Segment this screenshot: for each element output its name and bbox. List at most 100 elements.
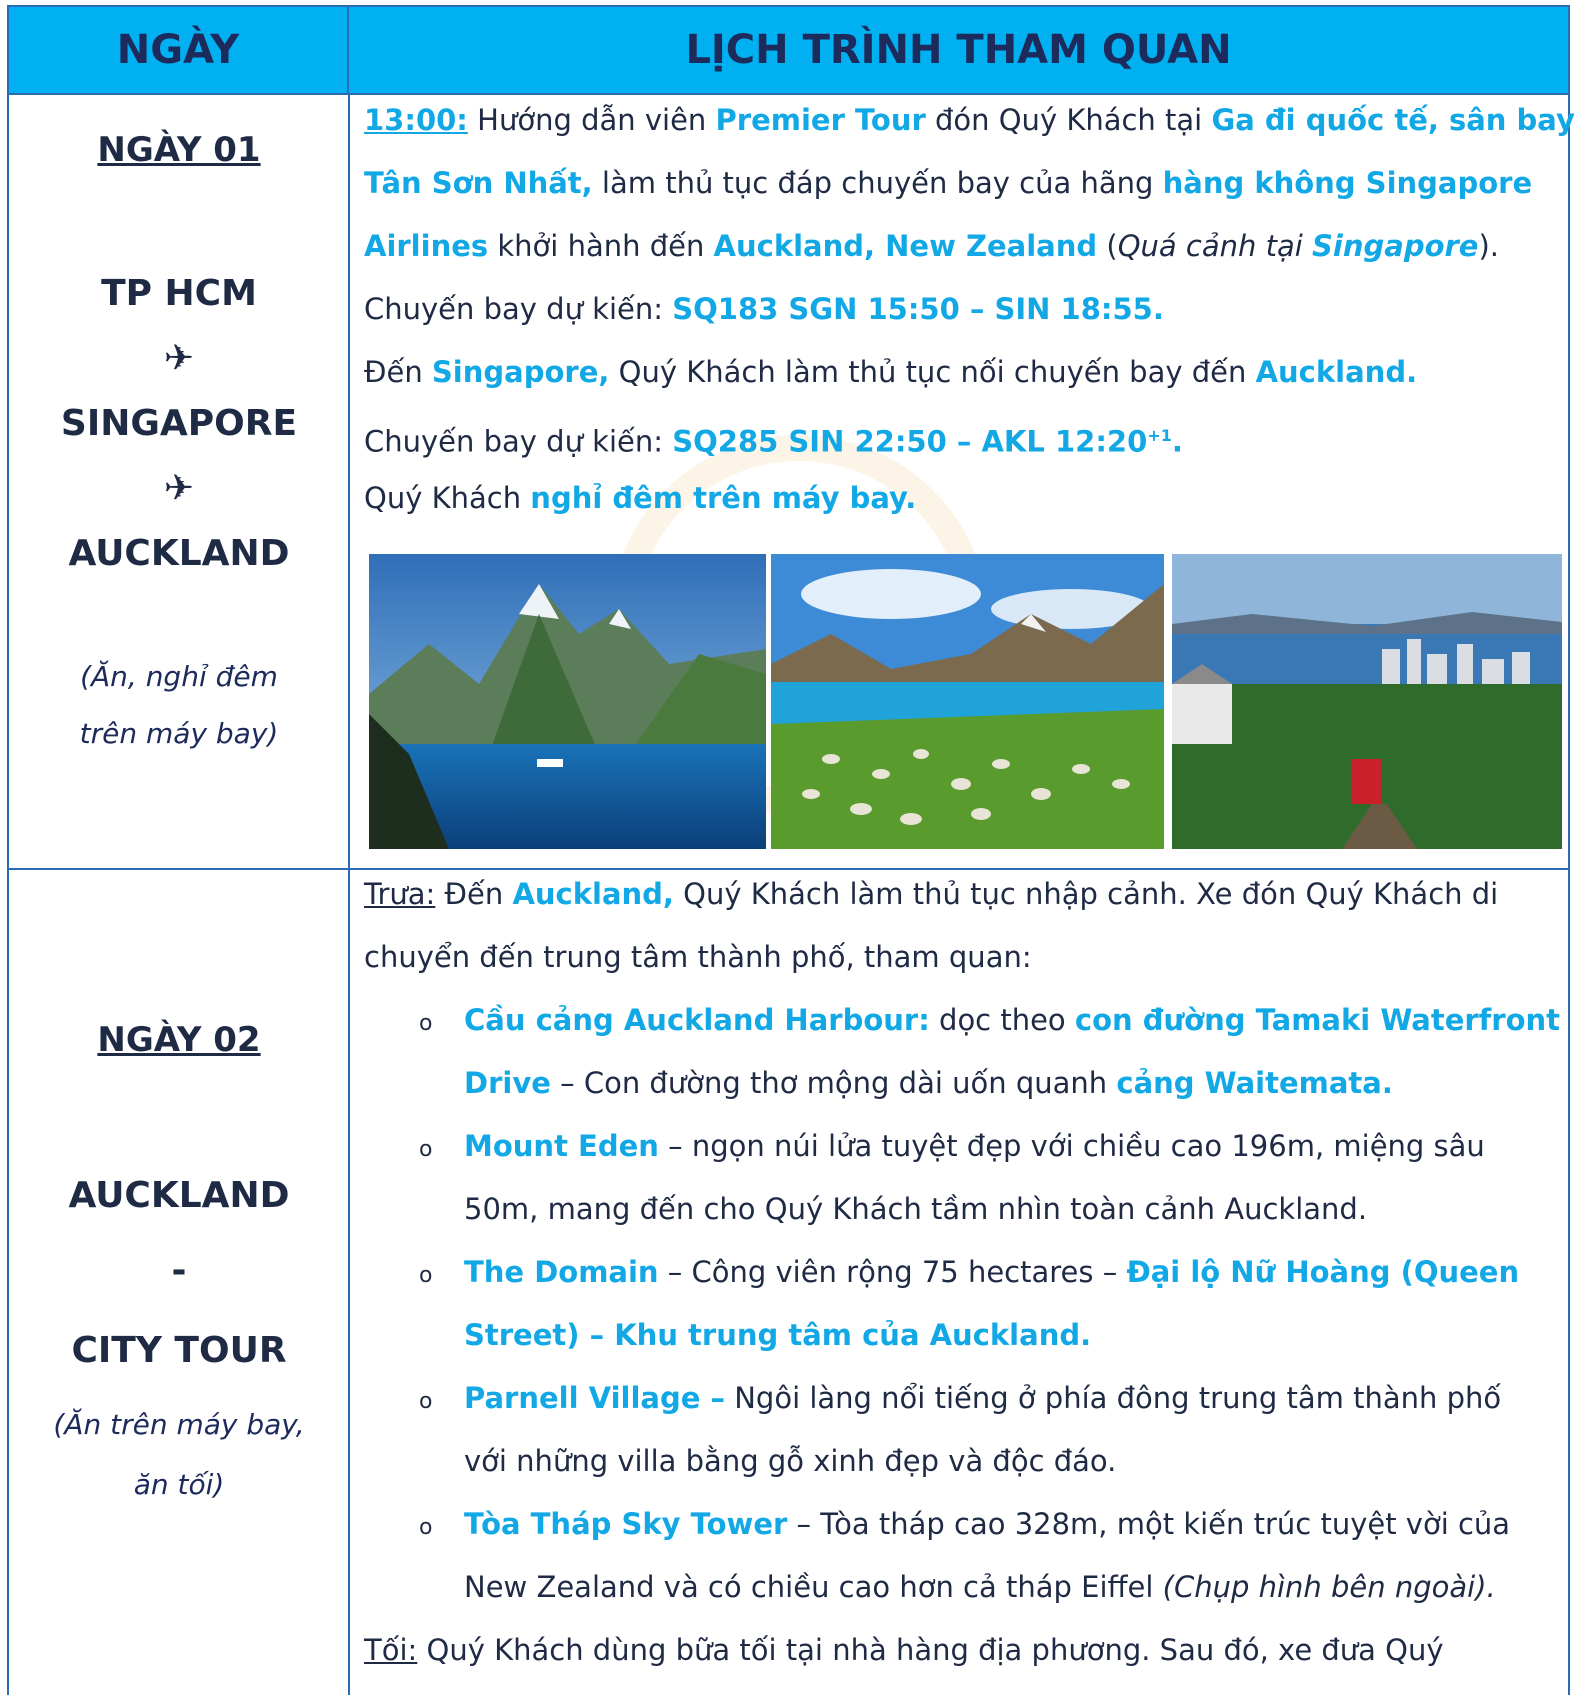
highlight: Airlines xyxy=(364,229,489,263)
itinerary-table: NGÀY LỊCH TRÌNH THAM QUAN NGÀY 01 TP HCM… xyxy=(7,5,1575,1695)
day1-line-5: Đến Singapore, Quý Khách làm thủ tục nối… xyxy=(364,341,1564,404)
text: Quý Khách xyxy=(364,481,531,515)
item-5-line-2: New Zealand và có chiều cao hơn cả tháp … xyxy=(464,1556,1564,1619)
time-label: 13:00: xyxy=(364,103,468,137)
day1-line-7: Quý Khách nghỉ đêm trên máy bay. xyxy=(364,467,1564,530)
highlight: Cầu cảng Auckland Harbour: xyxy=(464,1003,930,1037)
text: ( xyxy=(1097,229,1118,263)
bullet-marker: o xyxy=(419,1137,433,1162)
item-4-line-2: với những villa bằng gỗ xinh đẹp và độc … xyxy=(464,1430,1564,1493)
day2-meal-note-1: (Ăn trên máy bay, xyxy=(53,1408,305,1441)
text: Chuyến bay dự kiến: xyxy=(364,424,673,459)
text: Quý Khách dùng bữa tối tại nhà hàng địa … xyxy=(417,1633,1444,1667)
highlight: Ga đi quốc tế, sân bay xyxy=(1211,103,1575,137)
day1-place-1: TP HCM xyxy=(101,273,257,314)
highlight: Parnell Village – xyxy=(464,1381,725,1415)
time-label: Tối: xyxy=(364,1633,418,1667)
highlight: con đường Tamaki Waterfront xyxy=(1074,1003,1561,1037)
highlight: Mount Eden xyxy=(464,1129,659,1163)
superscript: +1 xyxy=(1147,426,1172,445)
text: đón Quý Khách tại xyxy=(925,103,1212,137)
header-schedule-label: LỊCH TRÌNH THAM QUAN xyxy=(685,27,1232,73)
day1-line-2: Tân Sơn Nhất, làm thủ tục đáp chuyến bay… xyxy=(364,152,1564,215)
text: khởi hành đến xyxy=(488,229,714,263)
highlight: Tòa Tháp Sky Tower xyxy=(464,1507,788,1541)
item-1-line-1: Cầu cảng Auckland Harbour: dọc theo con … xyxy=(464,989,1564,1052)
bullet-marker: o xyxy=(419,1515,433,1540)
day1-line-1: 13:00: Hướng dẫn viên Premier Tour đón Q… xyxy=(364,89,1575,152)
day2-meal-note-2: ăn tối) xyxy=(133,1468,225,1501)
highlight: Singapore, xyxy=(431,355,610,389)
highlight: Premier Tour xyxy=(715,103,926,137)
item-3-line-2: Street) – Khu trung tâm của Auckland. xyxy=(464,1304,1564,1367)
text: Chuyến bay dự kiến: xyxy=(364,292,673,326)
day1-place-2: SINGAPORE xyxy=(60,403,298,444)
text: ). xyxy=(1478,229,1500,263)
italic-text: Quá cảnh tại xyxy=(1117,229,1313,263)
highlight: Auckland. xyxy=(1255,355,1418,389)
item-1-line-2: Drive – Con đường thơ mộng dài uốn quanh… xyxy=(464,1052,1564,1115)
highlight: . xyxy=(1171,424,1183,459)
highlight: Tân Sơn Nhất, xyxy=(364,166,593,200)
flight-info: SQ183 SGN 15:50 – SIN 18:55. xyxy=(672,292,1164,326)
text: Quý Khách làm thủ tục nhập cảnh. Xe đón … xyxy=(673,877,1499,911)
text: – Con đường thơ mộng dài uốn quanh xyxy=(550,1066,1117,1100)
header-schedule-cell: LỊCH TRÌNH THAM QUAN xyxy=(349,5,1568,95)
day1-meal-note-1: (Ăn, nghỉ đêm xyxy=(80,660,278,693)
bullet-marker: o xyxy=(419,1011,433,1036)
day1-line-6: Chuyến bay dự kiến: SQ285 SIN 22:50 – AK… xyxy=(364,404,1564,474)
day1-line-4: Chuyến bay dự kiến: SQ183 SGN 15:50 – SI… xyxy=(364,278,1564,341)
italic-text: (Chụp hình bên ngoài). xyxy=(1162,1570,1496,1604)
text: 50m, mang đến cho Quý Khách tầm nhìn toà… xyxy=(464,1192,1368,1226)
highlight: hàng không Singapore xyxy=(1162,166,1533,200)
highlight: nghỉ đêm trên máy bay. xyxy=(530,481,917,515)
text: chuyển đến trung tâm thành phố, tham qua… xyxy=(364,940,1032,974)
text: Đến xyxy=(435,877,513,911)
day2-place-3: CITY TOUR xyxy=(71,1330,287,1371)
highlight: Đại lộ Nữ Hoàng (Queen xyxy=(1126,1255,1520,1289)
item-2-line-2: 50m, mang đến cho Quý Khách tầm nhìn toà… xyxy=(464,1178,1564,1241)
time-label: Trưa: xyxy=(364,877,436,911)
header-day-cell: NGÀY xyxy=(9,5,349,95)
day2-place-2: - xyxy=(171,1250,187,1291)
highlight: Auckland, xyxy=(512,877,674,911)
text: làm thủ tục đáp chuyến bay của hãng xyxy=(592,166,1163,200)
day1-plane-icon-1: ✈ xyxy=(163,338,195,379)
day1-line-3: Airlines khởi hành đến Auckland, New Zea… xyxy=(364,215,1564,278)
highlight: Street) – Khu trung tâm của Auckland. xyxy=(464,1318,1092,1352)
text: New Zealand và có chiều cao hơn cả tháp … xyxy=(464,1570,1163,1604)
text: Quý Khách làm thủ tục nối chuyến bay đến xyxy=(609,355,1256,389)
lake-sheep-meadow-photo xyxy=(771,554,1164,849)
highlight: Singapore xyxy=(1312,229,1479,263)
fjord-mountains-photo xyxy=(369,554,766,849)
text: Đến xyxy=(364,355,432,389)
text: Ngôi làng nổi tiếng ở phía đông trung tâ… xyxy=(725,1381,1502,1415)
item-2-line-1: Mount Eden – ngọn núi lửa tuyệt đẹp với … xyxy=(464,1115,1564,1178)
item-4-line-1: Parnell Village – Ngôi làng nổi tiếng ở … xyxy=(464,1367,1564,1430)
highlight: Auckland, New Zealand xyxy=(713,229,1098,263)
text: – Tòa tháp cao 328m, một kiến trúc tuyệt… xyxy=(787,1507,1511,1541)
day2-title: NGÀY 02 xyxy=(97,1020,261,1060)
highlight: The Domain xyxy=(464,1255,659,1289)
text: Hướng dẫn viên xyxy=(467,103,716,137)
day2-evening-line: Tối: Quý Khách dùng bữa tối tại nhà hàng… xyxy=(364,1619,1564,1682)
day2-intro-line-1: Trưa: Đến Auckland, Quý Khách làm thủ tụ… xyxy=(364,863,1564,926)
text: dọc theo xyxy=(929,1003,1075,1037)
text: – Công viên rộng 75 hectares – xyxy=(658,1255,1127,1289)
text: với những villa bằng gỗ xinh đẹp và độc … xyxy=(464,1444,1117,1478)
day2-intro-line-2: chuyển đến trung tâm thành phố, tham qua… xyxy=(364,926,1564,989)
day1-meal-note-2: trên máy bay) xyxy=(79,717,279,750)
highlight: Drive xyxy=(464,1066,551,1100)
column-divider xyxy=(348,95,350,1695)
item-5-line-1: Tòa Tháp Sky Tower – Tòa tháp cao 328m, … xyxy=(464,1493,1564,1556)
day1-plane-icon-2: ✈ xyxy=(163,468,195,509)
day1-place-3: AUCKLAND xyxy=(68,533,290,574)
day1-title: NGÀY 01 xyxy=(97,130,261,170)
city-cable-car-photo xyxy=(1172,554,1562,849)
header-day-label: NGÀY xyxy=(116,27,240,73)
text: – ngọn núi lửa tuyệt đẹp với chiều cao 1… xyxy=(658,1129,1485,1163)
flight-info: SQ285 SIN 22:50 – AKL 12:20 xyxy=(672,424,1148,459)
bullet-marker: o xyxy=(419,1263,433,1288)
day2-place-1: AUCKLAND xyxy=(68,1175,290,1216)
highlight: cảng Waitemata. xyxy=(1116,1066,1393,1100)
